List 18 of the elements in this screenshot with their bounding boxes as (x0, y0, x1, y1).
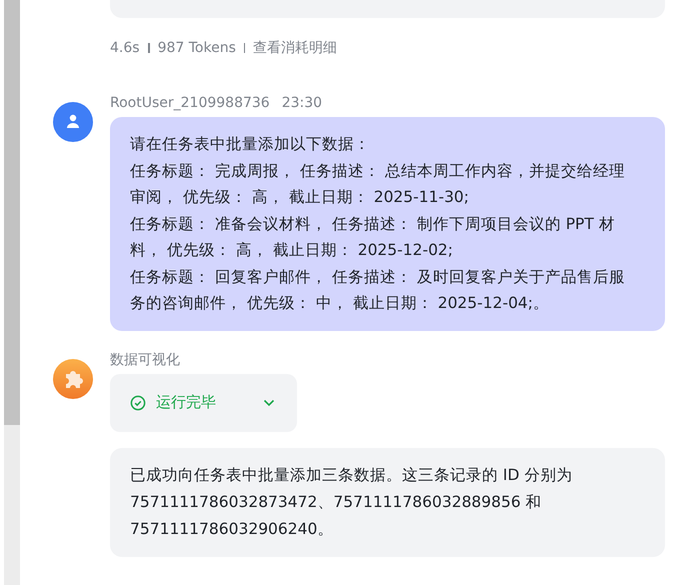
message-text: 任务标题： 完成周报， 任务描述： 总结本周工作内容，并提交给经理审阅， 优先级： 高， 截止日期： 2025-11-30; (130, 160, 626, 208)
duration-text: 4.6s (110, 40, 140, 56)
message-time: 23:30 (282, 94, 322, 112)
check-circle-icon (130, 394, 146, 410)
token-count: 987 Tokens (158, 40, 236, 56)
puzzle-avatar-icon (53, 358, 93, 398)
chevron-down-icon (263, 398, 275, 406)
user-avatar-icon (53, 102, 93, 142)
message-text: 请在任务表中批量添加以下数据： (130, 134, 371, 155)
status-dropdown[interactable]: 运行完毕 (110, 374, 297, 432)
answer-text: 已成功向任务表中批量添加三条数据。这三条记录的 ID 分别为 7571111786032873472、7571111786032889856 和 7571111786032906240。 (130, 464, 574, 540)
tool-name: 数据可视化 (110, 350, 180, 368)
message-text: 任务标题： 回复客户邮件， 任务描述： 及时回复客户关于产品售后服务的咨询邮件， 优先级： 中， 截止日期： 2025-12-04;。 (130, 266, 626, 314)
scrollbar[interactable] (4, 0, 20, 585)
author-name: RootUser_2109988736 (110, 94, 270, 112)
message-text: 任务标题： 准备会议材料， 任务描述： 制作下周项目会议的 PPT 材料， 优先级： 高， 截止日期： 2025-12-02; (130, 214, 616, 261)
usage-detail-link[interactable]: 查看消耗明细 (252, 39, 337, 57)
scrollbar-thumb[interactable] (4, 0, 20, 425)
